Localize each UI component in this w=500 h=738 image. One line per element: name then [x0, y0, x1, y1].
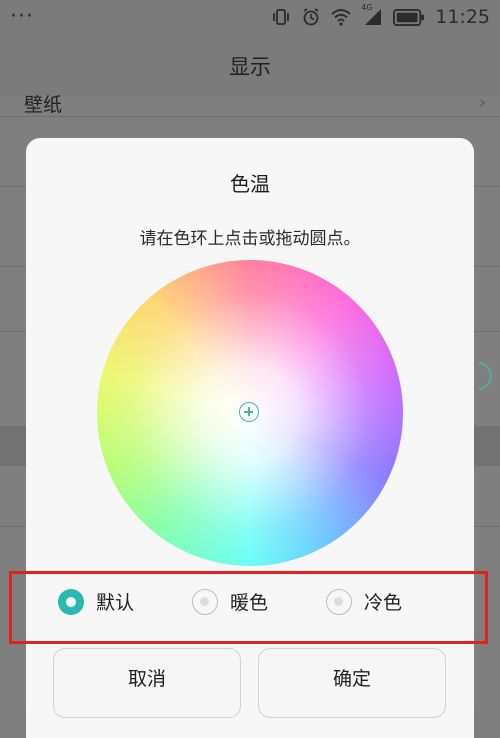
color-wheel[interactable]	[97, 260, 403, 566]
confirm-button[interactable]: 确定	[258, 648, 446, 718]
clock: 11:25	[435, 6, 490, 28]
wifi-icon	[331, 9, 351, 26]
toggle-icon	[477, 362, 492, 390]
cancel-button[interactable]: 取消	[53, 648, 241, 718]
signal-group: 4G	[361, 3, 383, 27]
signal-icon	[365, 9, 382, 25]
list-item-label: 壁纸	[24, 94, 63, 116]
notification-dots: ···	[10, 4, 34, 29]
highlight-box	[9, 571, 488, 644]
status-bar: ··· 4G 11:25	[0, 0, 500, 36]
page-title: 显示	[0, 36, 500, 96]
dialog-instruction: 请在色环上点击或拖动圆点。	[139, 229, 361, 249]
add-icon[interactable]	[239, 402, 259, 422]
status-icons: 4G 11:25	[271, 3, 490, 28]
chevron-right-icon: ›	[478, 92, 486, 113]
dialog-title: 色温	[230, 172, 270, 196]
alarm-icon	[303, 8, 319, 26]
list-item-wallpaper[interactable]: 壁纸 ›	[0, 92, 500, 117]
battery-icon	[393, 8, 425, 26]
vibrate-icon	[273, 9, 290, 25]
